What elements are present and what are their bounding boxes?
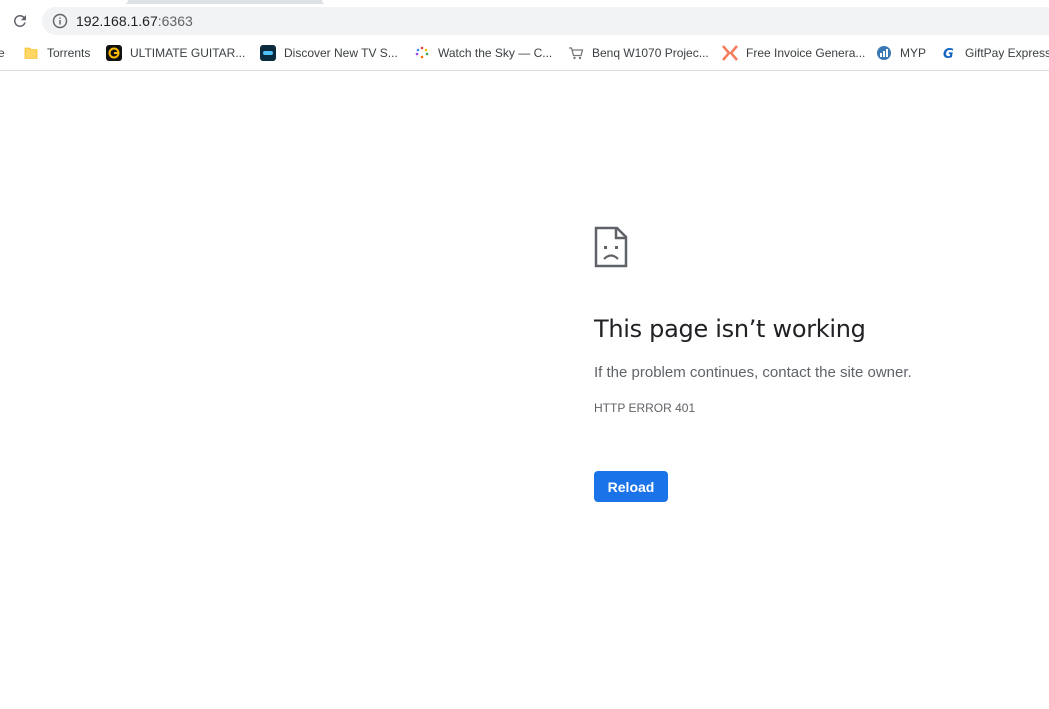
sad-page-icon — [594, 226, 628, 268]
bookmark-label: GiftPay Express — [965, 46, 1049, 60]
tv-site-icon — [260, 45, 276, 61]
reload-button[interactable]: Reload — [594, 471, 668, 502]
bookmarks-bar: e Torrents ULTIMATE GUITAR... Discover N… — [0, 38, 1049, 71]
bookmark-label: Torrents — [47, 46, 91, 60]
bookmark-partial[interactable]: e — [0, 38, 5, 68]
cart-icon — [568, 45, 584, 61]
bookmark-ultimate-guitar[interactable]: ULTIMATE GUITAR... — [106, 38, 245, 68]
error-code: HTTP ERROR 401 — [594, 401, 696, 415]
bookmark-giftpay[interactable]: G GiftPay Express — [941, 38, 1049, 68]
bookmark-label: Discover New TV S... — [284, 46, 398, 60]
bookmark-watch-sky[interactable]: Watch the Sky — C... — [414, 38, 552, 68]
bookmark-label: MYP — [900, 46, 927, 60]
giftpay-icon: G — [941, 45, 957, 61]
bookmark-label: Free Invoice Genera... — [746, 46, 866, 60]
myp-icon — [876, 45, 892, 61]
invoice-icon — [722, 45, 738, 61]
address-bar[interactable]: 192.168.1.67:6363 — [42, 7, 1049, 35]
bookmark-free-invoice[interactable]: Free Invoice Genera... — [722, 38, 865, 68]
browser-toolbar: 192.168.1.67:6363 — [0, 4, 1049, 38]
bookmark-label: ULTIMATE GUITAR... — [130, 46, 246, 60]
bookmark-myp[interactable]: MYP — [876, 38, 926, 68]
reload-icon — [13, 14, 26, 27]
url-port: :6363 — [157, 13, 193, 29]
bookmark-label: Benq W1070 Projec... — [592, 46, 709, 60]
bookmark-benq[interactable]: Benq W1070 Projec... — [568, 38, 709, 68]
error-message: If the problem continues, contact the si… — [594, 364, 912, 381]
ultimate-guitar-icon — [106, 45, 122, 61]
error-title: This page isn’t working — [594, 315, 866, 343]
page-content: This page isn’t working If the problem c… — [0, 71, 1049, 709]
browser-reload-button[interactable] — [8, 9, 32, 33]
bookmark-discover-tv[interactable]: Discover New TV S... — [260, 38, 398, 68]
bookmark-label: Watch the Sky — C... — [438, 46, 553, 60]
info-icon[interactable] — [52, 13, 68, 29]
svg-text:G: G — [943, 47, 954, 61]
address-url[interactable]: 192.168.1.67:6363 — [76, 7, 193, 35]
sky-icon — [414, 45, 430, 61]
folder-icon — [23, 45, 39, 61]
url-host: 192.168.1.67 — [76, 13, 158, 29]
bookmark-torrents[interactable]: Torrents — [23, 38, 90, 68]
bookmark-label: e — [0, 46, 5, 60]
